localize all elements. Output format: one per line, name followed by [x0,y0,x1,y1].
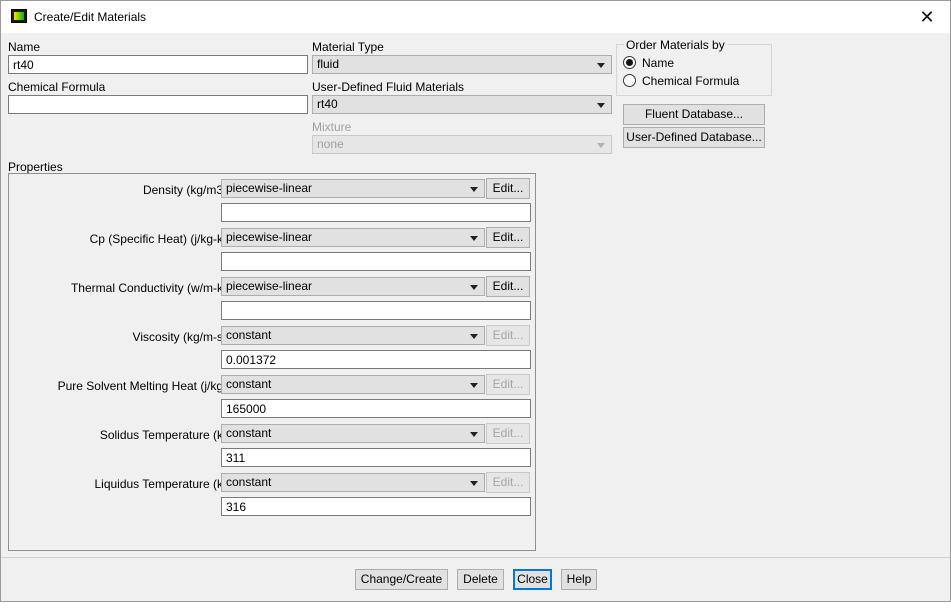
melting-heat-method-value: constant [226,377,272,391]
melting-heat-edit-button: Edit... [486,374,530,395]
help-button[interactable]: Help [561,569,597,590]
thermal-conductivity-label: Thermal Conductivity (w/m-k) [70,281,227,295]
properties-panel: Density (kg/m3) piecewise-linear Edit...… [8,173,536,551]
footer-separator [1,557,950,558]
chevron-down-icon [470,334,478,339]
chevron-down-icon [470,187,478,192]
cp-method-select[interactable]: piecewise-linear [221,228,485,247]
title-bar: Create/Edit Materials ✕ [1,1,950,33]
thermal-conductivity-method-select[interactable]: piecewise-linear [221,277,485,296]
chemical-formula-label: Chemical Formula [8,80,106,94]
liquidus-temperature-label: Liquidus Temperature (k) [94,477,227,491]
order-by-chemical-formula-radio[interactable] [623,74,636,87]
liquidus-temperature-value-input[interactable] [221,497,531,516]
name-label: Name [8,40,41,54]
user-defined-database-button[interactable]: User-Defined Database... [623,127,765,148]
solidus-temperature-method-value: constant [226,426,272,440]
chevron-down-icon [470,236,478,241]
melting-heat-value-input[interactable] [221,399,531,418]
solidus-temperature-edit-button: Edit... [486,423,530,444]
liquidus-temperature-method-value: constant [226,475,272,489]
background-console-strip [0,601,951,608]
melting-heat-method-select[interactable]: constant [221,375,485,394]
properties-title: Properties [8,160,63,174]
create-edit-materials-dialog: Create/Edit Materials ✕ Name Chemical Fo… [0,0,951,608]
cp-edit-button[interactable]: Edit... [486,227,530,248]
order-materials-title: Order Materials by [624,38,727,52]
thermal-conductivity-method-value: piecewise-linear [226,279,313,293]
mixture-value: none [317,137,344,151]
order-by-chemical-formula-label: Chemical Formula [642,74,740,88]
density-method-select[interactable]: piecewise-linear [221,179,485,198]
density-method-value: piecewise-linear [226,181,313,195]
chevron-down-icon [470,285,478,290]
solidus-temperature-label: Solidus Temperature (k) [99,428,227,442]
cp-label: Cp (Specific Heat) (j/kg-k) [89,232,227,246]
solidus-temperature-value-input[interactable] [221,448,531,467]
mixture-select: none [312,135,612,154]
viscosity-method-select[interactable]: constant [221,326,485,345]
user-defined-fluid-label: User-Defined Fluid Materials [312,80,465,94]
mixture-label: Mixture [312,120,352,134]
density-label: Density (kg/m3) [142,183,227,197]
chevron-down-icon [470,481,478,486]
chemical-formula-input[interactable] [8,95,308,114]
chevron-down-icon [597,143,605,148]
thermal-conductivity-edit-button[interactable]: Edit... [486,276,530,297]
thermal-conductivity-value-input[interactable] [221,301,531,320]
liquidus-temperature-method-select[interactable]: constant [221,473,485,492]
close-icon[interactable]: ✕ [912,5,942,29]
density-edit-button[interactable]: Edit... [486,178,530,199]
user-defined-fluid-select[interactable]: rt40 [312,95,612,114]
order-by-name-radio[interactable] [623,56,636,69]
viscosity-method-value: constant [226,328,272,342]
window-title: Create/Edit Materials [34,10,147,24]
delete-button[interactable]: Delete [457,569,504,590]
order-by-name-label: Name [642,56,675,70]
chevron-down-icon [470,432,478,437]
material-type-select[interactable]: fluid [312,55,612,74]
user-defined-fluid-value: rt40 [317,97,338,111]
viscosity-edit-button: Edit... [486,325,530,346]
viscosity-value-input[interactable] [221,350,531,369]
cp-method-value: piecewise-linear [226,230,313,244]
melting-heat-label: Pure Solvent Melting Heat (j/kg) [57,379,227,393]
fluent-database-button[interactable]: Fluent Database... [623,104,765,125]
material-type-label: Material Type [312,40,384,54]
material-type-value: fluid [317,57,340,71]
fluent-app-icon [11,9,27,23]
close-button[interactable]: Close [513,569,552,590]
chevron-down-icon [597,103,605,108]
density-value-input[interactable] [221,203,531,222]
liquidus-temperature-edit-button: Edit... [486,472,530,493]
cp-value-input[interactable] [221,252,531,271]
solidus-temperature-method-select[interactable]: constant [221,424,485,443]
name-input[interactable] [8,55,308,74]
chevron-down-icon [597,63,605,68]
chevron-down-icon [470,383,478,388]
viscosity-label: Viscosity (kg/m-s) [132,330,227,344]
change-create-button[interactable]: Change/Create [355,569,448,590]
